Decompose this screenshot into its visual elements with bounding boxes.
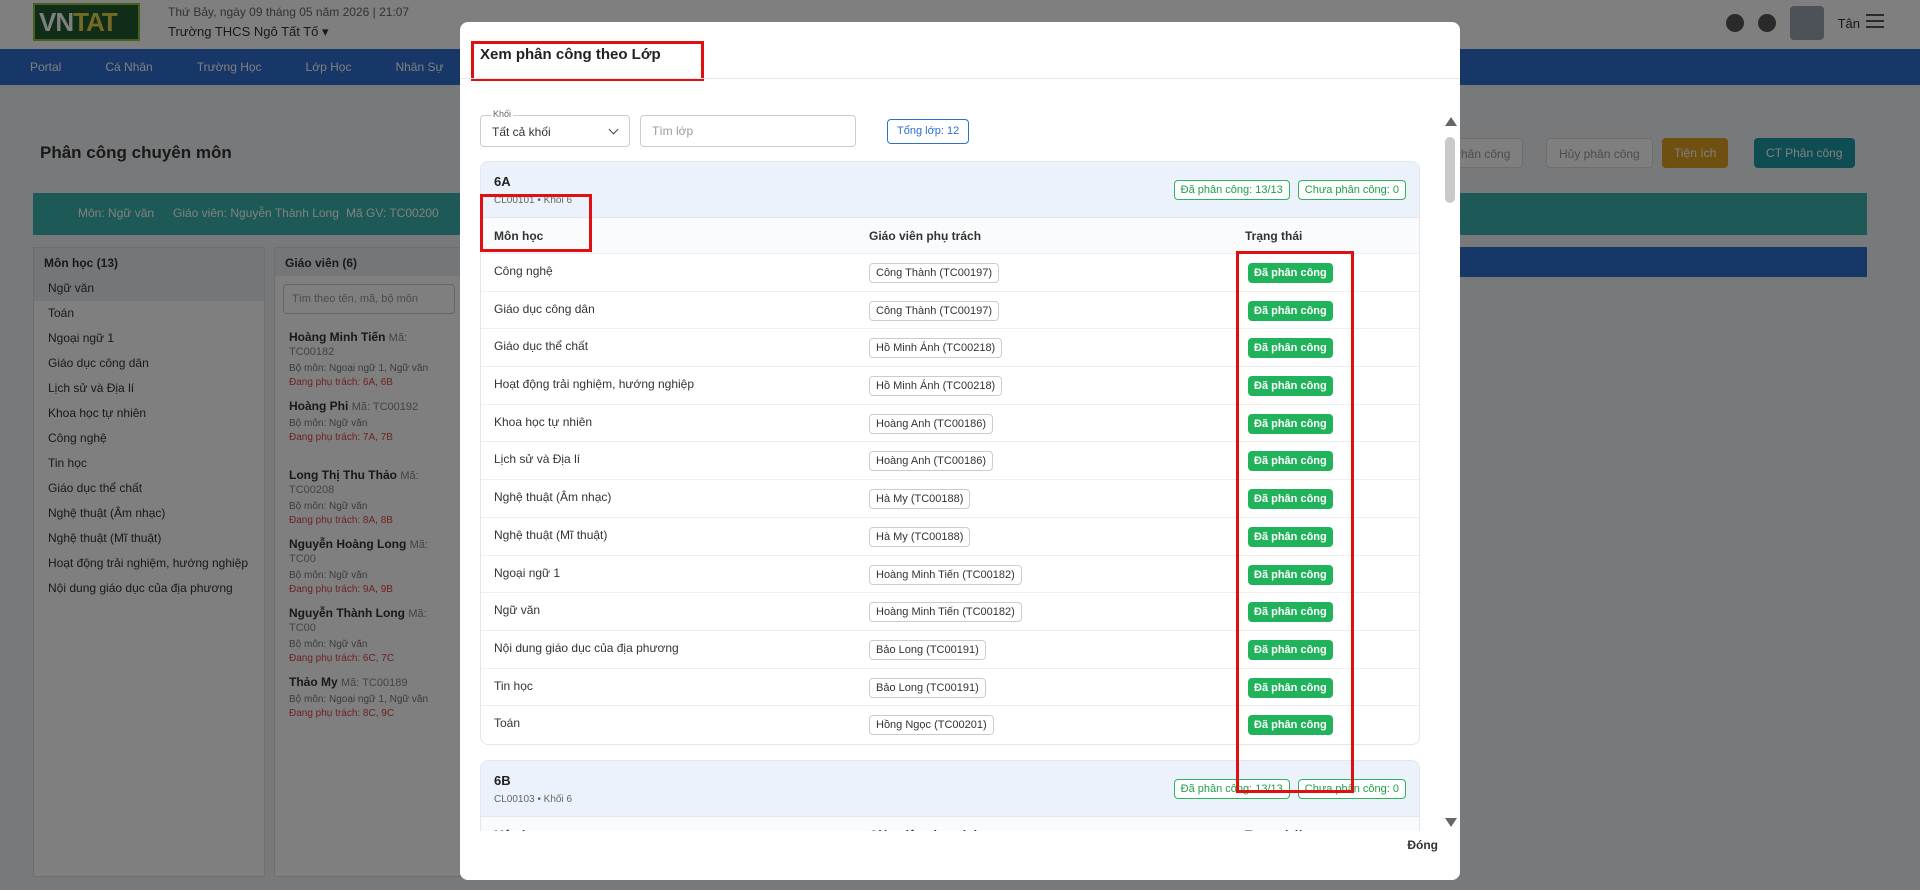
row-teacher-tag: Công Thành (TC00197) (869, 263, 999, 283)
highlight-box-class (480, 194, 592, 252)
col-subject: Môn học (494, 828, 543, 831)
col-status: Trạng thái (1245, 828, 1302, 831)
row-teacher-tag: Hoàng Anh (TC00186) (869, 413, 994, 434)
class-badges: Đã phân công: 13/13 Chưa phân công: 0 (1173, 180, 1406, 200)
scroll-down-icon[interactable] (1445, 818, 1457, 827)
modal-scrollbar[interactable] (1444, 117, 1457, 827)
grade-select-value: Tất cả khối (492, 125, 551, 139)
row-subject: Ngoại ngữ 1 (494, 565, 561, 580)
row-subject: Nghệ thuật (Mĩ thuật) (494, 527, 608, 542)
class-name: 6A (494, 174, 511, 189)
scroll-up-icon[interactable] (1445, 117, 1457, 126)
class-card-header: 6A CL00101 • Khối 6 Đã phân công: 13/13 Chư… (481, 162, 1419, 218)
row-subject: Lịch sử và Địa lí (494, 452, 581, 467)
scroll-thumb[interactable] (1445, 137, 1455, 203)
row-subject: Nội dung giáo dục của địa phương (494, 640, 679, 655)
highlight-box-status (1236, 251, 1354, 793)
row-teacher-tag: Bảo Long (TC00191) (869, 639, 986, 660)
modal-body: Khối Tất cả khối Tổng lớp: 12 6ACL00101 … (460, 79, 1460, 831)
row-teacher-tag: Công Thành (TC00197) (869, 300, 999, 321)
col-teacher: Giáo viên phụ trách (869, 229, 982, 243)
row-teacher-tag: Hà My (TC00188) (869, 526, 971, 547)
row-teacher-tag: Hồ Minh Ánh (TC00218) (869, 338, 1003, 359)
table-header: Môn họcGiáo viên phụ tráchTrạng thái (481, 218, 1419, 254)
row-teacher-tag: Hoàng Anh (TC00186) (869, 451, 994, 472)
row-teacher-tag: Hoàng Minh Tiến (TC00182) (869, 602, 1022, 623)
class-search-input[interactable] (640, 115, 856, 147)
close-button[interactable]: Đóng (1407, 838, 1438, 852)
row-subject: Hoạt động trải nghiệm, hướng nghiệp (494, 377, 695, 392)
unassigned-count-badge: Chưa phân công: 0 (1297, 180, 1406, 200)
assigned-count-badge: Đã phân công: 13/13 (1173, 180, 1290, 200)
row-subject: Giáo dục công dân (494, 301, 595, 316)
row-teacher-tag: Bảo Long (TC00191) (869, 677, 986, 698)
highlight-box-title (471, 41, 704, 81)
table-header: Môn học Giáo viên phụ trách Trạng thái (481, 817, 1419, 831)
row-subject: Công nghệ (494, 264, 553, 278)
row-teacher-tag: Hồ Minh Ánh (TC00218) (869, 376, 1003, 397)
row-subject: Ngữ văn (494, 603, 541, 618)
row-subject: Tin học (494, 678, 533, 693)
class-code: CL00103 • Khối 6 (494, 794, 573, 806)
row-subject: Nghệ thuật (Âm nhạc) (494, 490, 612, 505)
row-subject: Toán (494, 716, 521, 731)
row-subject: Giáo dục thể chất (494, 339, 589, 354)
col-status: Trạng thái (1245, 229, 1303, 243)
grade-select[interactable]: Khối Tất cả khối (480, 109, 630, 147)
chevron-down-icon (608, 124, 619, 135)
total-classes-badge[interactable]: Tổng lớp: 12 (887, 119, 970, 144)
col-teacher: Giáo viên phụ trách (869, 828, 981, 831)
row-teacher-tag: Hà My (TC00188) (869, 489, 971, 510)
filter-bar: Khối Tất cả khối Tổng lớp: 12 (480, 109, 1440, 147)
grade-select-label: Khối (491, 109, 514, 119)
row-teacher-tag: Hồng Ngọc (TC00201) (869, 715, 994, 736)
row-teacher-tag: Hoàng Minh Tiến (TC00182) (869, 564, 1022, 585)
row-subject: Khoa học tự nhiên (494, 414, 593, 429)
class-assignment-modal: Xem phân công theo Lớp Khối Tất cả khối … (460, 22, 1460, 880)
class-name: 6B (494, 773, 511, 789)
